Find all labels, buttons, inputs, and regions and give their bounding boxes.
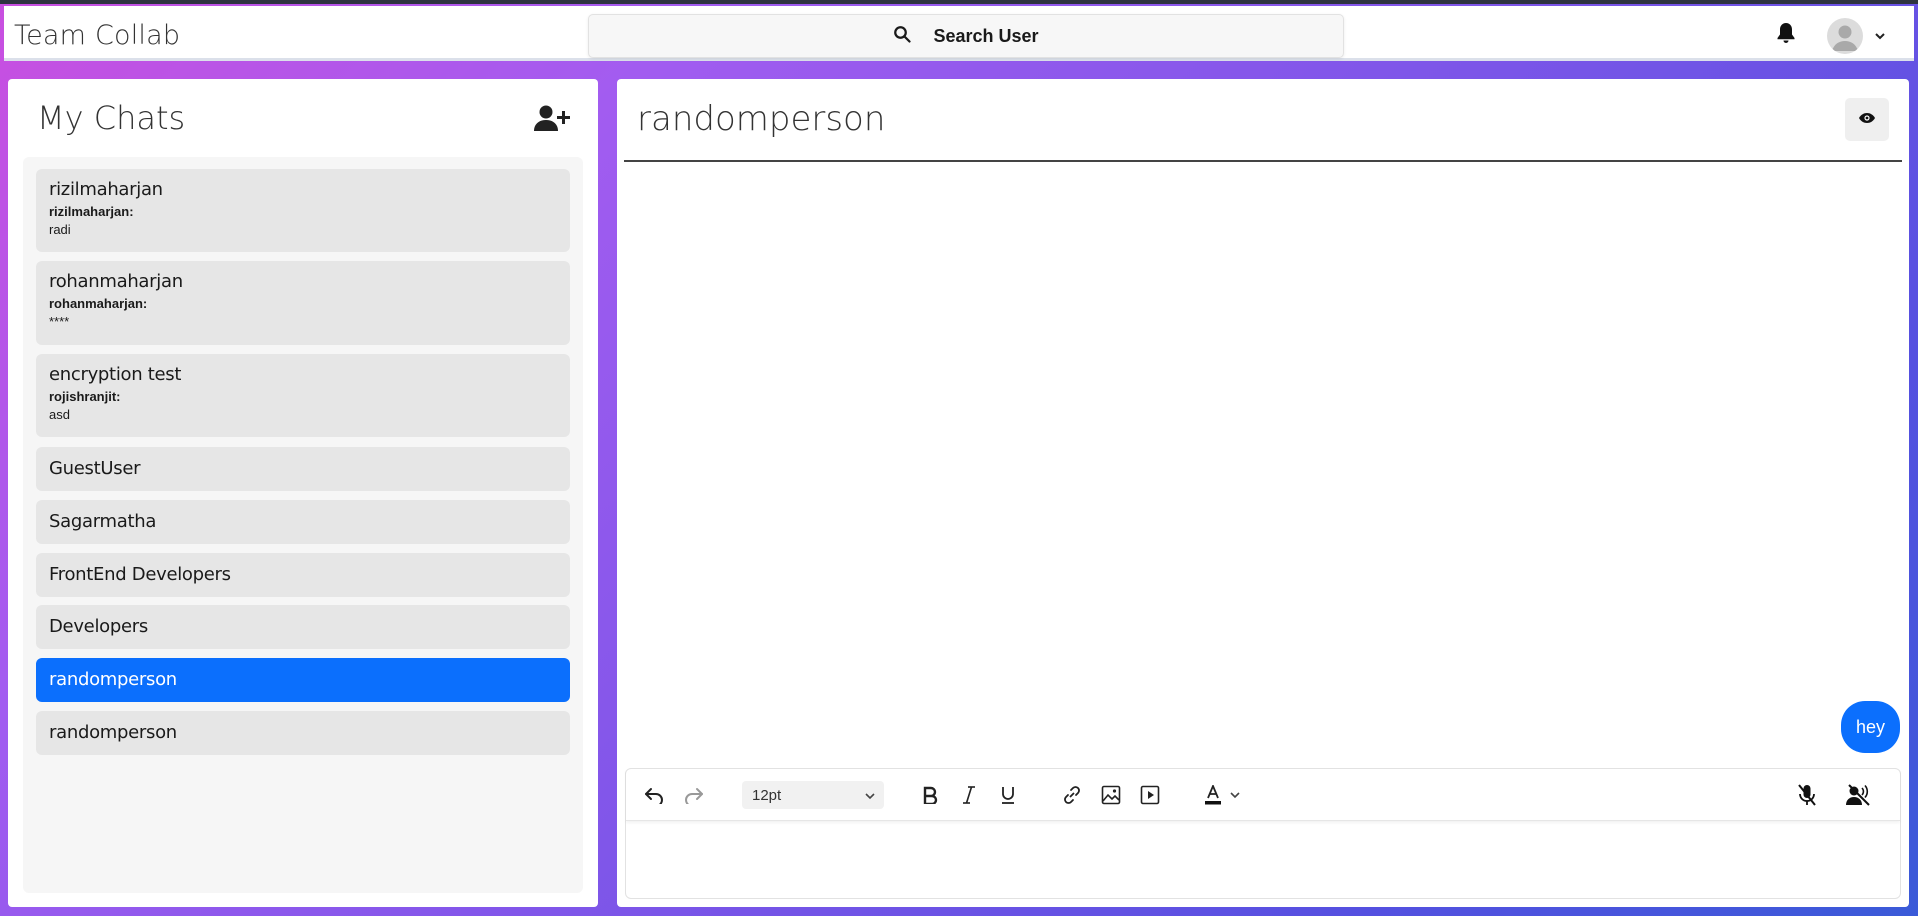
- latest-sender: rojishranjit:: [49, 389, 121, 404]
- mic-off-icon[interactable]: [1792, 781, 1822, 809]
- chat-item-randomperson-active[interactable]: randomperson: [36, 658, 570, 702]
- eye-icon: [1858, 111, 1876, 129]
- chat-name: Sagarmatha: [49, 511, 157, 532]
- conversation-title: randomperson: [637, 99, 886, 139]
- my-chats-panel: My Chats rizilmaharjan rizilmaharjan: ra…: [8, 79, 598, 907]
- bold-icon[interactable]: [915, 781, 945, 809]
- chevron-down-icon[interactable]: [1226, 781, 1244, 809]
- app-brand: Team Collab: [14, 20, 181, 51]
- voice-off-icon[interactable]: [1843, 781, 1873, 809]
- chat-name: GuestUser: [49, 458, 141, 479]
- chat-name: FrontEnd Developers: [49, 564, 231, 585]
- latest-message: radi: [49, 222, 71, 237]
- chat-name: Developers: [49, 616, 148, 637]
- add-user-group-icon[interactable]: [534, 104, 570, 137]
- italic-icon[interactable]: [954, 781, 984, 809]
- chat-item-encryption-test[interactable]: encryption test rojishranjit: asd: [36, 354, 570, 437]
- latest-message: ****: [49, 314, 70, 329]
- chevron-down-icon[interactable]: [1874, 28, 1886, 46]
- search-user-button[interactable]: Search User: [588, 14, 1344, 58]
- conversation-panel: randomperson hey 12pt: [617, 79, 1909, 907]
- chat-name: rizilmaharjan: [49, 179, 163, 200]
- chat-name: randomperson: [49, 722, 177, 743]
- latest-message: asd: [49, 407, 70, 422]
- editor-toolbar: 12pt: [626, 769, 1900, 821]
- search-icon: [893, 25, 912, 48]
- undo-icon[interactable]: [639, 781, 669, 809]
- message-bubble-own: hey: [1841, 701, 1901, 753]
- chat-item-guestuser[interactable]: GuestUser: [36, 447, 570, 491]
- chat-item-rizilmaharjan[interactable]: rizilmaharjan rizilmaharjan: radi: [36, 169, 570, 252]
- redo-icon[interactable]: [679, 781, 709, 809]
- image-icon[interactable]: [1096, 781, 1126, 809]
- latest-sender: rohanmaharjan:: [49, 296, 148, 311]
- search-user-label: Search User: [933, 25, 1039, 46]
- message-editor: 12pt: [625, 768, 1901, 899]
- chat-name: randomperson: [49, 669, 177, 690]
- chat-list: rizilmaharjan rizilmaharjan: radi rohanm…: [23, 157, 583, 893]
- chat-item-rohanmaharjan[interactable]: rohanmaharjan rohanmaharjan: ****: [36, 261, 570, 345]
- font-size-select[interactable]: 12pt: [742, 781, 884, 809]
- chat-item-frontend-developers[interactable]: FrontEnd Developers: [36, 553, 570, 597]
- top-navbar: Team Collab Search User: [4, 6, 1914, 61]
- font-size-value: 12pt: [752, 786, 782, 804]
- avatar[interactable]: [1827, 18, 1863, 54]
- view-profile-button[interactable]: [1845, 98, 1889, 141]
- underline-icon[interactable]: [993, 781, 1023, 809]
- bell-icon[interactable]: [1776, 22, 1796, 49]
- text-color-icon[interactable]: [1198, 781, 1228, 809]
- window-top-strip: [0, 0, 1918, 4]
- title-divider: [624, 160, 1902, 162]
- chat-item-randomperson[interactable]: randomperson: [36, 711, 570, 755]
- media-icon[interactable]: [1135, 781, 1165, 809]
- chat-item-developers[interactable]: Developers: [36, 605, 570, 649]
- chevron-down-icon: [864, 788, 876, 805]
- my-chats-title: My Chats: [37, 99, 186, 137]
- latest-sender: rizilmaharjan:: [49, 204, 134, 219]
- chat-name: encryption test: [49, 364, 182, 385]
- link-icon[interactable]: [1057, 781, 1087, 809]
- chat-name: rohanmaharjan: [49, 271, 183, 292]
- message-input-area[interactable]: [626, 822, 1900, 898]
- chat-item-sagarmatha[interactable]: Sagarmatha: [36, 500, 570, 544]
